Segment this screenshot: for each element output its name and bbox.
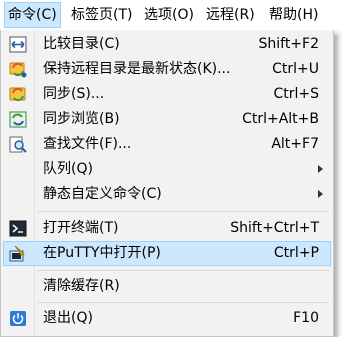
menu-item-find-files[interactable]: 查找文件(F)... Alt+F7 (3, 132, 331, 157)
menu-tabs[interactable]: 标签页(T) (68, 3, 135, 27)
sync-browse-icon (9, 111, 27, 128)
terminal-icon (9, 220, 27, 237)
find-files-icon (9, 136, 27, 153)
menu-item-label: 保持远程目录是最新状态(K)... (43, 61, 231, 77)
menu-item-clear-caches[interactable]: 清除缓存(R) (3, 274, 331, 299)
menu-separator (37, 302, 329, 303)
synchronize-icon (9, 86, 27, 103)
menu-item-label: 退出(Q) (43, 310, 93, 326)
menu-item-shortcut: F10 (293, 310, 319, 326)
submenu-arrow-icon (318, 165, 323, 173)
menu-item-sync-browsing[interactable]: 同步浏览(B) Ctrl+Alt+B (3, 107, 331, 132)
menu-help[interactable]: 帮助(H) (266, 3, 321, 27)
menu-item-keep-up-to-date[interactable]: 保持远程目录是最新状态(K)... Ctrl+U (3, 57, 331, 82)
menu-item-label: 比较目录(C) (43, 36, 120, 52)
menu-item-shortcut: Ctrl+S (273, 86, 319, 102)
menu-item-static-custom-commands[interactable]: 静态自定义命令(C) (3, 182, 331, 207)
menu-item-shortcut: Ctrl+P (273, 245, 319, 261)
menu-item-label: 队列(Q) (43, 161, 93, 177)
menu-item-label: 打开终端(T) (43, 220, 119, 236)
menu-item-label: 同步(S)... (43, 86, 105, 102)
menu-item-shortcut: Ctrl+U (272, 61, 319, 77)
menu-item-compare-directories[interactable]: 比较目录(C) Shift+F2 (3, 32, 331, 57)
menu-item-label: 静态自定义命令(C) (43, 186, 162, 202)
menu-item-quit[interactable]: 退出(Q) F10 (3, 306, 331, 331)
menu-item-synchronize[interactable]: 同步(S)... Ctrl+S (3, 82, 331, 107)
compare-dirs-icon (9, 36, 27, 53)
menu-item-queue[interactable]: 队列(Q) (3, 157, 331, 182)
submenu-arrow-icon (318, 190, 323, 198)
menu-options[interactable]: 选项(O) (141, 3, 197, 27)
menu-item-shortcut: Shift+Ctrl+T (230, 220, 319, 236)
power-icon (9, 310, 27, 327)
menu-item-label: 清除缓存(R) (43, 278, 120, 294)
menu-item-label: 同步浏览(B) (43, 111, 120, 127)
menu-separator (37, 270, 329, 271)
putty-icon (9, 245, 27, 262)
menu-bar: 命令(C) 标签页(T) 选项(O) 远程(R) 帮助(H) (0, 0, 342, 31)
keep-up-to-date-icon (9, 61, 27, 78)
menu-item-open-in-putty[interactable]: 在PuTTY中打开(P) Ctrl+P (3, 241, 331, 266)
menu-item-shortcut: Ctrl+Alt+B (242, 111, 319, 127)
menu-item-shortcut: Shift+F2 (258, 36, 319, 52)
menu-item-label: 查找文件(F)... (43, 136, 132, 152)
menu-item-label: 在PuTTY中打开(P) (43, 245, 161, 261)
command-dropdown-menu: 比较目录(C) Shift+F2 保持远程目录是最新状态(K)... Ctrl+… (0, 30, 334, 337)
menu-remote[interactable]: 远程(R) (203, 3, 258, 27)
menu-command[interactable]: 命令(C) (4, 2, 61, 28)
menu-item-open-terminal[interactable]: 打开终端(T) Shift+Ctrl+T (3, 216, 331, 241)
menu-item-shortcut: Alt+F7 (271, 136, 319, 152)
menu-separator (37, 211, 329, 212)
